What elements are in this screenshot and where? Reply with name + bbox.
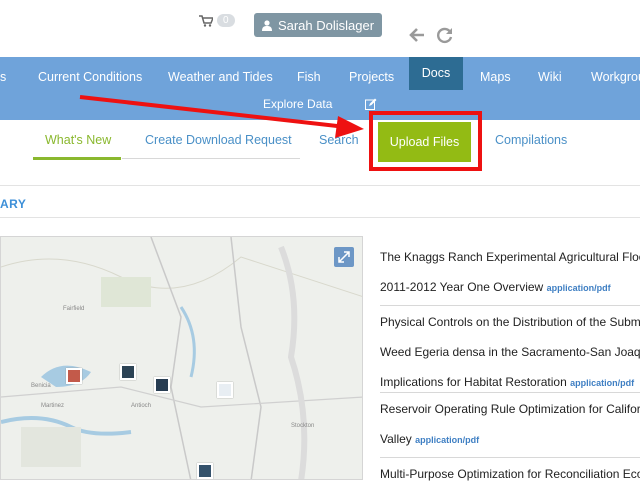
svg-text:Martinez: Martinez — [41, 403, 64, 409]
document-type: application/pdf — [546, 283, 611, 293]
document-type: application/pdf — [415, 435, 480, 445]
document-title-line: Weed Egeria densa in the Sacramento-San … — [380, 345, 640, 359]
divider — [380, 305, 640, 306]
map-marker[interactable] — [217, 382, 233, 398]
document-title-line: The Knaggs Ranch Experimental Agricultur… — [380, 250, 640, 264]
document-title-line: 2011-2012 Year One Overview — [380, 280, 544, 294]
map-tiles: Fairfield Benicia Martinez Antioch Stock… — [1, 237, 362, 479]
document-title[interactable]: Physical Controls on the Distribution of… — [380, 307, 640, 398]
svg-text:Stockton: Stockton — [291, 423, 314, 429]
document-title-line: Reservoir Operating Rule Optimization fo… — [380, 402, 640, 416]
svg-text:Antioch: Antioch — [131, 403, 151, 409]
divider — [380, 392, 640, 393]
divider — [0, 185, 640, 186]
document-title-line: Valley — [380, 432, 412, 446]
document-title-line: Implications for Habitat Restoration — [380, 375, 567, 389]
map-marker[interactable] — [66, 368, 82, 384]
document-type: application/pdf — [570, 378, 635, 388]
map-marker[interactable] — [197, 463, 213, 479]
document-title[interactable]: The Knaggs Ranch Experimental Agricultur… — [380, 242, 640, 303]
divider — [380, 457, 640, 458]
document-title[interactable]: Reservoir Operating Rule Optimization fo… — [380, 394, 640, 455]
document-title-line: Physical Controls on the Distribution of… — [380, 315, 640, 329]
map-marker[interactable] — [154, 377, 170, 393]
svg-text:Benicia: Benicia — [31, 383, 51, 389]
divider — [0, 217, 640, 218]
expand-map-button[interactable] — [334, 247, 354, 267]
section-title: ARY — [0, 197, 27, 211]
map-view[interactable]: Fairfield Benicia Martinez Antioch Stock… — [0, 236, 363, 480]
expand-icon — [338, 251, 350, 263]
map-marker[interactable] — [120, 364, 136, 380]
svg-text:Fairfield: Fairfield — [63, 306, 84, 312]
document-title[interactable]: Multi-Purpose Optimization for Reconcili… — [380, 459, 640, 489]
document-title-line: Multi-Purpose Optimization for Reconcili… — [380, 467, 640, 481]
